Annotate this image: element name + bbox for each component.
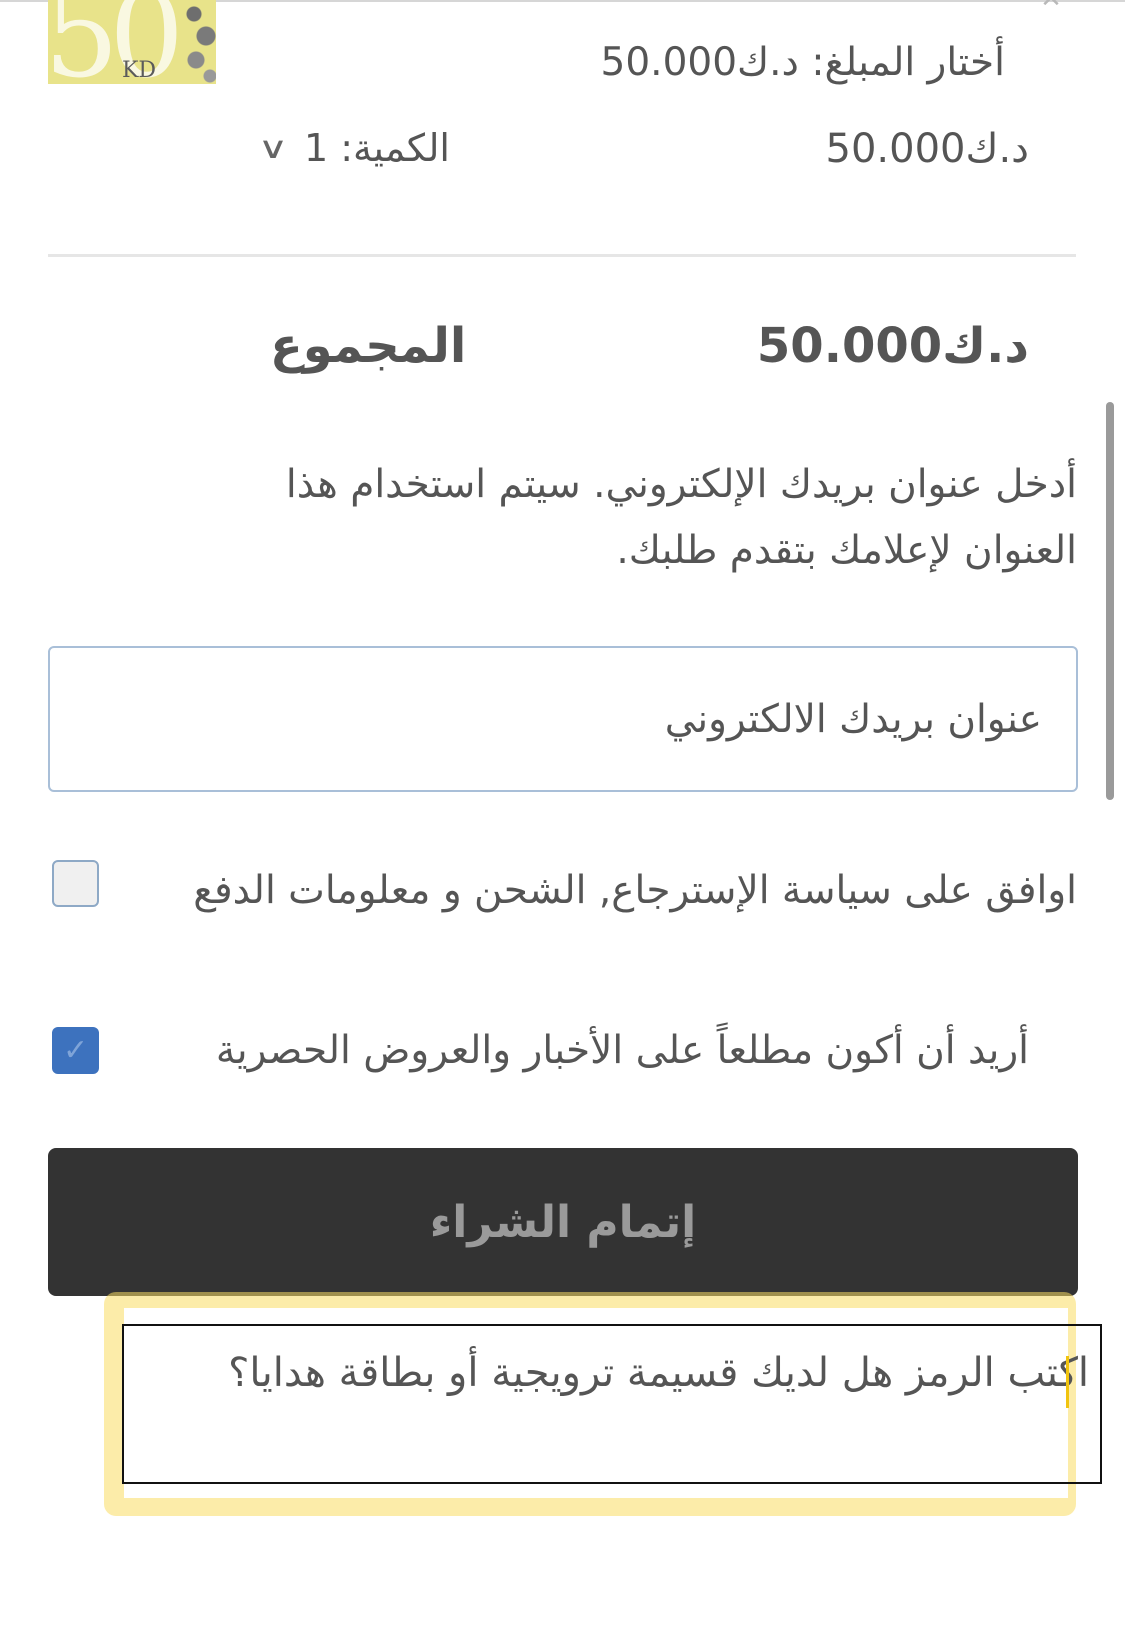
promo-code-link[interactable]	[122, 1324, 1102, 1484]
quantity-label: الكمية: 1	[303, 126, 450, 170]
email-field[interactable]	[48, 646, 1078, 792]
chevron-down-icon: ∨	[257, 130, 289, 166]
thumbnail-currency: KD	[122, 58, 157, 83]
scrollbar[interactable]	[1106, 402, 1114, 800]
product-thumbnail: 50 KD	[48, 0, 216, 84]
total-label: المجموع	[270, 318, 467, 374]
promo-code-text[interactable]: اكتب الرمز هل لديك قسيمة ترويجية أو بطاق…	[129, 1350, 1089, 1396]
close-icon[interactable]: ✕	[1038, 0, 1064, 12]
newsletter-checkbox[interactable]: ✓	[52, 1027, 99, 1074]
check-icon: ✓	[62, 1032, 89, 1068]
newsletter-label: أريد أن أكون مطلعاً على الأخبار والعروض …	[215, 1028, 1029, 1073]
total-value: د.ك50.000	[756, 318, 1029, 374]
summary-divider	[48, 254, 1076, 257]
thumbnail-pattern	[184, 0, 216, 84]
email-instructions: أدخل عنوان بريدك الإلكتروني. سيتم استخدا…	[285, 462, 1077, 573]
agree-checkbox[interactable]	[52, 860, 99, 907]
complete-purchase-label: إتمام الشراء	[429, 1196, 697, 1248]
text-cursor	[1066, 1356, 1069, 1408]
complete-purchase-button[interactable]: إتمام الشراء	[48, 1148, 1078, 1296]
quantity-selector[interactable]: الكمية: 1 ∨	[258, 126, 450, 170]
unit-price: د.ك50.000	[825, 126, 1029, 172]
agree-label: اوافق على سياسة الإسترجاع, الشحن و معلوم…	[193, 868, 1077, 913]
amount-label: أختار المبلغ: د.ك50.000	[600, 40, 1005, 85]
